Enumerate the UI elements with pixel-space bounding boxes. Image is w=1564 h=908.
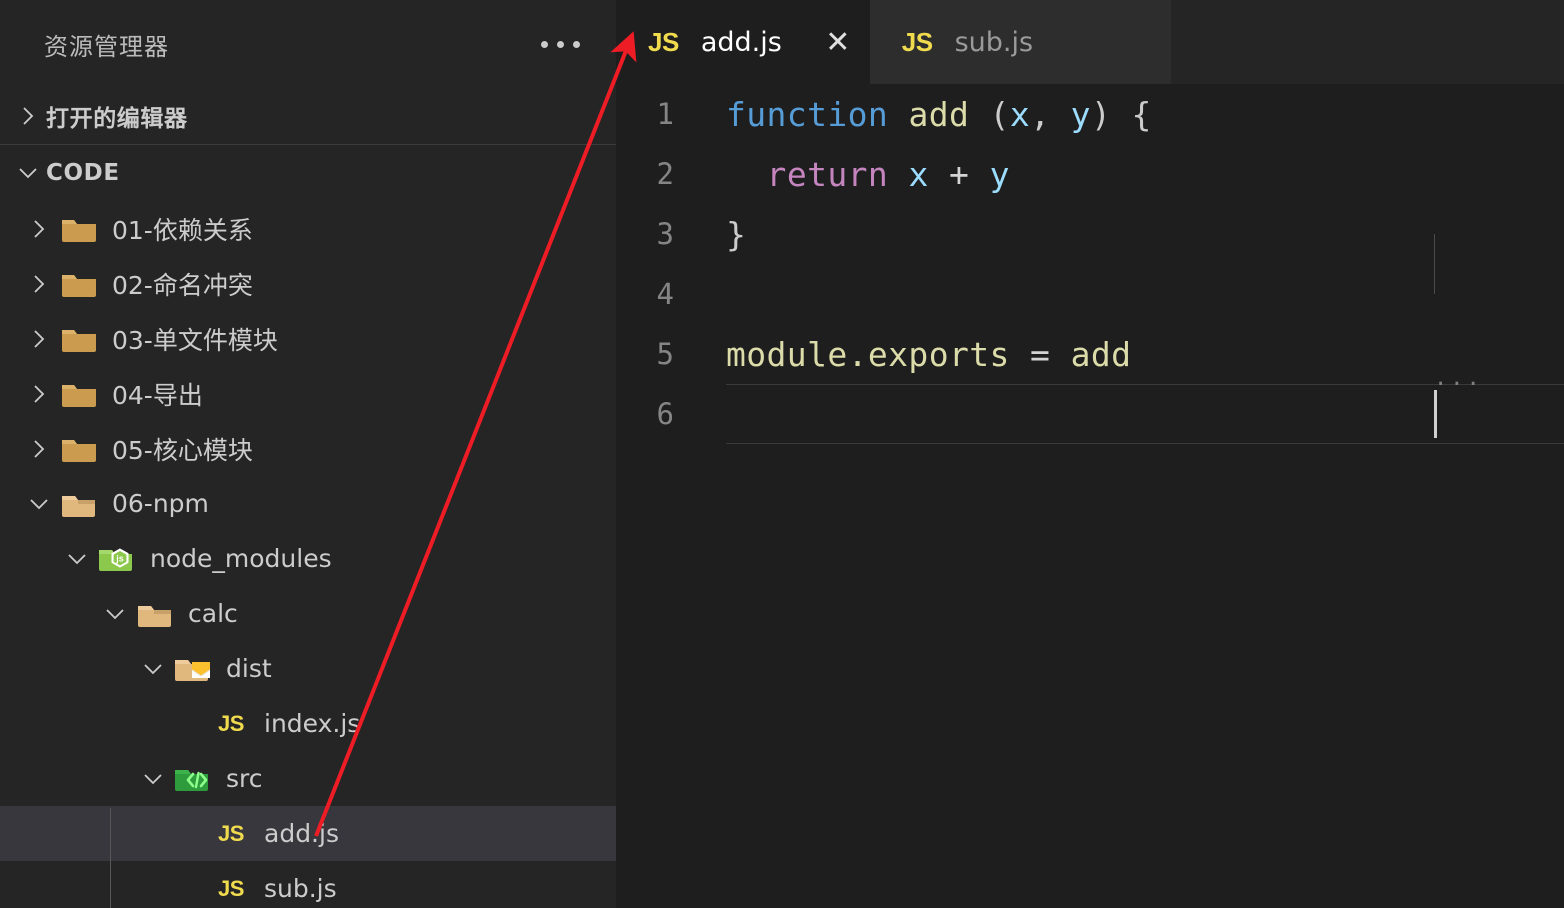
line-number: 3 <box>656 217 674 251</box>
tree-item-dist[interactable]: dist <box>0 641 616 696</box>
tree-item-label: 05-核心模块 <box>112 435 253 465</box>
chevron-right-icon[interactable] <box>22 218 56 240</box>
page-title: 资源管理器 <box>44 32 169 61</box>
tree-item-label: index.js <box>264 709 361 738</box>
tree-item-node_modules[interactable]: js node_modules <box>0 531 616 586</box>
folder-open-icon <box>132 599 178 629</box>
tree-item-label: node_modules <box>150 544 332 573</box>
tabbar-empty-space <box>1170 0 1564 84</box>
tree-item-label: src <box>226 764 263 793</box>
editor-tabbar: JS add.js ✕ JS sub.js ✕ <box>616 0 1564 84</box>
indent-dots-icon: ··· <box>1434 372 1483 397</box>
code-line[interactable]: 5 module.exports = add <box>616 324 1564 384</box>
tree-item-label: dist <box>226 654 272 683</box>
tree-item-calc[interactable]: calc <box>0 586 616 641</box>
svg-text:js: js <box>115 553 124 563</box>
js-file-icon: JS <box>648 26 679 57</box>
editor-area: JS add.js ✕ JS sub.js ✕ 1 function add (x… <box>616 0 1564 908</box>
chevron-down-icon[interactable] <box>60 548 94 570</box>
sidebar-section-label: 打开的编辑器 <box>46 106 188 132</box>
folder-dist-icon <box>170 653 216 685</box>
tab-add-js[interactable]: JS add.js ✕ <box>616 0 870 84</box>
tree-item-sub.js[interactable]: JS sub.js <box>0 861 616 908</box>
chevron-down-icon[interactable] <box>136 658 170 680</box>
ellipsis-icon[interactable] <box>535 31 586 58</box>
folder-closed-icon <box>56 269 102 299</box>
tab-label: sub.js <box>954 26 1034 58</box>
code-line-text: module.exports = add <box>726 334 1132 374</box>
tree-item-label: 04-导出 <box>112 380 203 410</box>
tree-item-label: 01-依赖关系 <box>112 215 253 245</box>
code-line[interactable]: 4 <box>616 264 1564 324</box>
chevron-right-icon[interactable] <box>22 383 56 405</box>
tree-item-label: calc <box>188 599 238 628</box>
line-number: 4 <box>656 277 674 311</box>
code-line-text: function add (x, y) { <box>726 94 1152 134</box>
tree-item-src[interactable]: src <box>0 751 616 806</box>
explorer-actions <box>535 31 586 58</box>
chevron-down-icon <box>10 162 46 184</box>
tree-item-label: 02-命名冲突 <box>112 270 253 300</box>
line-number: 1 <box>656 97 674 131</box>
sidebar-section-code[interactable]: CODE <box>0 145 616 201</box>
tab-label: add.js <box>700 26 782 58</box>
code-line[interactable]: 3} <box>616 204 1564 264</box>
line-number: 5 <box>656 337 674 371</box>
js-file-icon: JS <box>218 710 244 736</box>
tree-item-02-[interactable]: 02-命名冲突 <box>0 256 616 311</box>
explorer-header: 资源管理器 <box>0 0 616 88</box>
tree-item-06-npm[interactable]: 06-npm <box>0 476 616 531</box>
code-line[interactable]: 1 function add (x, y) { <box>616 84 1564 144</box>
code-line[interactable]: 2 return x + y <box>616 144 1564 204</box>
tree-item-label: 03-单文件模块 <box>112 325 278 355</box>
tree-item-05-[interactable]: 05-核心模块 <box>0 421 616 476</box>
tree-indent-guide <box>110 808 111 908</box>
sidebar-section-label: CODE <box>46 160 120 186</box>
folder-closed-icon <box>56 379 102 409</box>
code-editor[interactable]: 1 function add (x, y) {2 return x + y 3} 4 5… <box>616 84 1564 908</box>
tree-item-01-[interactable]: 01-依赖关系 <box>0 201 616 256</box>
folder-closed-icon <box>56 324 102 354</box>
tree-item-label: sub.js <box>264 874 337 903</box>
explorer-sidebar: 资源管理器 打开的编辑器 CODE 01-依赖关系 02-命名冲突 03-单文件模块… <box>0 0 616 908</box>
folder-node-modules-icon: js <box>94 543 140 575</box>
close-icon[interactable]: ✕ <box>806 25 870 60</box>
tree-item-label: 06-npm <box>112 489 209 518</box>
tree-item-index.js[interactable]: JS index.js <box>0 696 616 751</box>
line-number: 2 <box>656 157 674 191</box>
code-indent-guide <box>1434 234 1435 294</box>
js-file-icon: JS <box>218 875 244 901</box>
code-line-text: return x + y <box>766 154 1010 194</box>
folder-closed-icon <box>56 214 102 244</box>
chevron-right-icon[interactable] <box>22 273 56 295</box>
tree-item-label: add.js <box>264 819 339 848</box>
chevron-right-icon[interactable] <box>22 328 56 350</box>
tree-item-add.js[interactable]: JS add.js <box>0 806 616 861</box>
code-line[interactable]: 6 ··· <box>616 372 1564 444</box>
tree-item-04-[interactable]: 04-导出 <box>0 366 616 421</box>
folder-src-icon <box>170 763 216 795</box>
chevron-down-icon[interactable] <box>98 603 132 625</box>
chevron-down-icon[interactable] <box>136 768 170 790</box>
sidebar-section-open-editors[interactable]: 打开的编辑器 <box>0 88 616 144</box>
chevron-right-icon <box>10 105 46 127</box>
tab-sub-js[interactable]: JS sub.js ✕ <box>869 0 1171 84</box>
js-file-icon: JS <box>901 26 933 57</box>
file-tree: 01-依赖关系 02-命名冲突 03-单文件模块 04-导出 05-核心模块 06-npm… <box>0 201 616 908</box>
code-line-text: } <box>726 214 747 254</box>
text-cursor <box>1434 390 1437 438</box>
folder-closed-icon <box>56 434 102 464</box>
line-number: 6 <box>656 397 674 431</box>
js-file-icon: JS <box>218 820 244 846</box>
folder-open-icon <box>56 489 102 519</box>
vscode-window: 资源管理器 打开的编辑器 CODE 01-依赖关系 02-命名冲突 03-单文件模块… <box>0 0 1564 908</box>
chevron-right-icon[interactable] <box>22 438 56 460</box>
chevron-down-icon[interactable] <box>22 493 56 515</box>
tree-item-03-[interactable]: 03-单文件模块 <box>0 311 616 366</box>
